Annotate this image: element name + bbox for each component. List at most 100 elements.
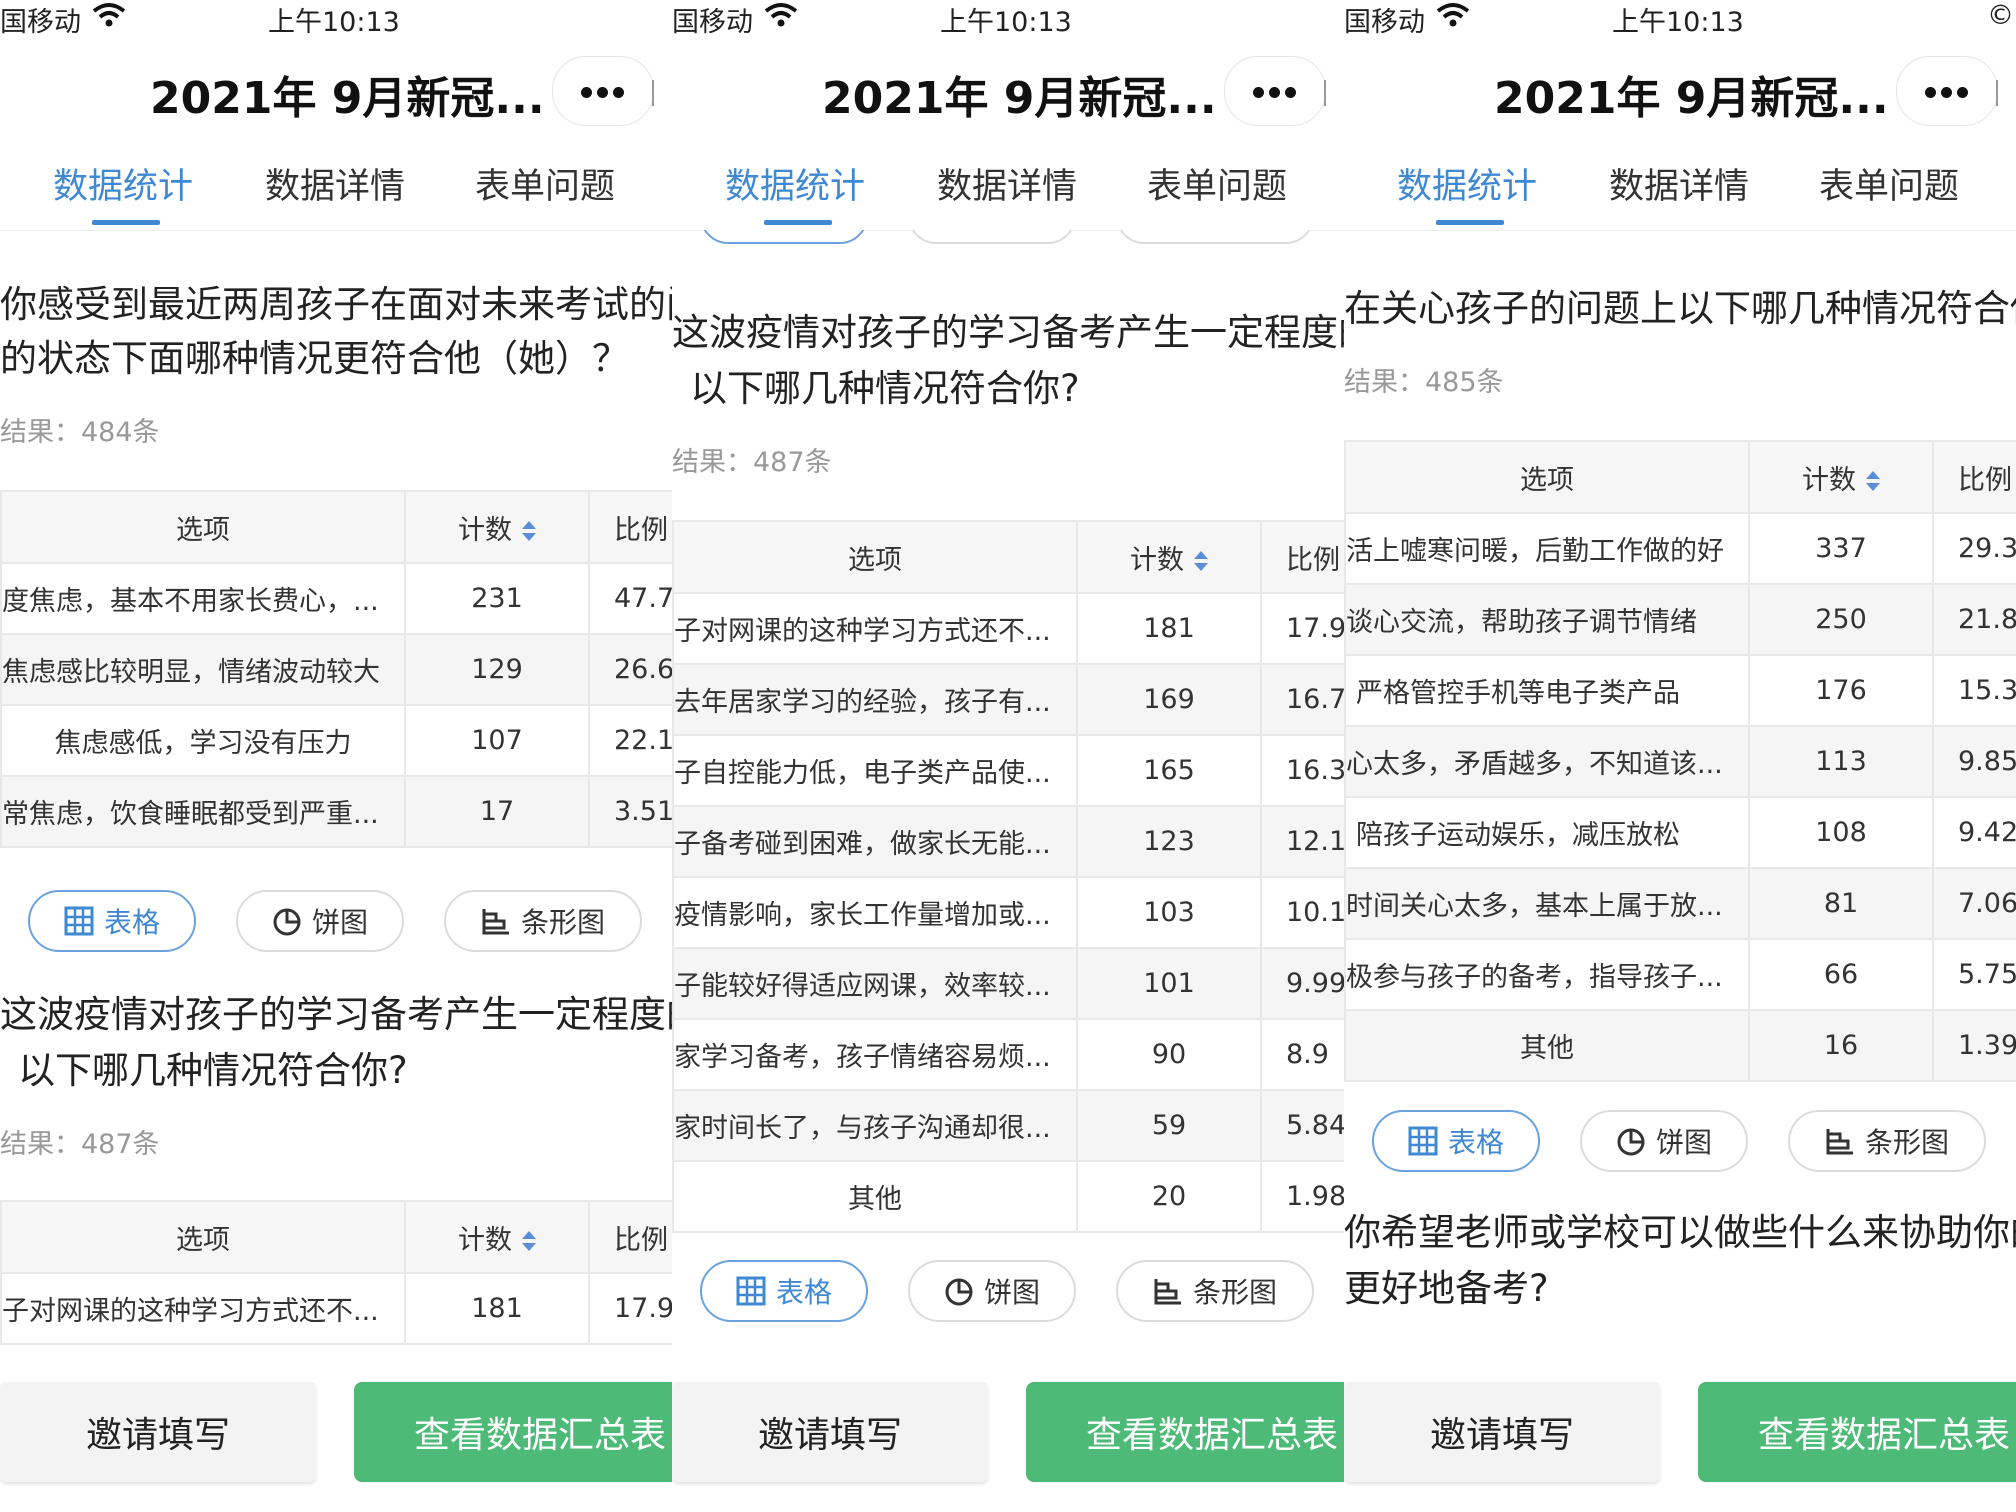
bottom-action-bar: 邀请填写 查看数据汇总表 <box>0 1380 672 1512</box>
table-row: 焦虑感比较明显，情绪波动较大 129 26.65 <box>0 633 672 706</box>
tab-details[interactable]: 数据详情 <box>240 158 430 209</box>
content-scroll-area[interactable]: 这波疫情对孩子的学习备考产生一定程度的 以下哪几种情况符合你? 结果：487条 … <box>672 230 1344 1380</box>
wifi-icon <box>764 3 798 27</box>
table-row: 时间关心太多，基本上属于放... 81 7.06 <box>1344 867 2016 940</box>
bar-chart-icon <box>482 909 509 935</box>
table-view-button[interactable]: 表格 <box>28 890 196 952</box>
tab-form-questions[interactable]: 表单问题 <box>1794 158 1984 209</box>
cell-ratio: 17.9 <box>1260 592 1344 665</box>
table-view-button[interactable]: 表格 <box>700 1260 868 1322</box>
pie-view-button[interactable]: 饼图 <box>236 890 404 952</box>
cell-option: 陪孩子运动娱乐，减压放松 <box>1344 796 1750 869</box>
table-header-row: 选项 计数 比例 <box>1344 440 2016 514</box>
tab-statistics[interactable]: 数据统计 <box>700 158 890 209</box>
cell-option: 焦虑感低，学习没有压力 <box>0 704 406 777</box>
cell-count: 20 <box>1076 1160 1262 1233</box>
more-dots-icon <box>581 83 631 99</box>
sort-icon[interactable] <box>522 1231 536 1251</box>
cell-count: 107 <box>404 704 590 777</box>
cell-ratio: 9.42 <box>1932 796 2016 869</box>
tab-details[interactable]: 数据详情 <box>1584 158 1774 209</box>
tab-details[interactable]: 数据详情 <box>912 158 1102 209</box>
table-row: 其他 20 1.98 <box>672 1160 1344 1233</box>
view-summary-button[interactable]: 查看数据汇总表 <box>1026 1382 1344 1482</box>
cell-count: 165 <box>1076 734 1262 807</box>
more-button[interactable] <box>1896 56 1998 126</box>
header-ratio: 比例 <box>1932 440 2016 514</box>
cell-option: 其他 <box>1344 1009 1750 1082</box>
cell-option: 极参与孩子的备考，指导孩子... <box>1344 938 1750 1011</box>
invite-button[interactable]: 邀请填写 <box>0 1382 316 1482</box>
pie-view-button[interactable] <box>908 230 1076 244</box>
bar-view-button[interactable] <box>1116 230 1314 244</box>
result-count: 结果：487条 <box>672 447 832 478</box>
table-view-button[interactable]: 表格 <box>1372 1110 1540 1172</box>
table-row: 子能较好得适应网课，效率较... 101 9.99 <box>672 947 1344 1020</box>
grid-icon <box>736 1276 766 1306</box>
bar-view-button[interactable]: 条形图 <box>444 890 642 952</box>
content-scroll-area[interactable]: 你感受到最近两周孩子在面对未来考试的问 的状态下面哪种情况更符合他（她）？ 结果… <box>0 230 672 1380</box>
question-title-line: 的状态下面哪种情况更符合他（她）？ <box>0 337 629 380</box>
cell-count: 59 <box>1076 1089 1262 1162</box>
pie-view-label: 饼图 <box>983 1276 1040 1309</box>
active-tab-indicator <box>1436 220 1504 225</box>
cell-ratio: 22.11 <box>588 704 672 777</box>
chart-type-switcher-partial <box>672 230 1344 254</box>
header-count[interactable]: 计数 <box>1076 520 1262 594</box>
chart-type-switcher: 表格 饼图 条形图 <box>672 1260 1344 1326</box>
sort-icon[interactable] <box>1866 471 1880 491</box>
bar-view-label: 条形图 <box>520 906 605 939</box>
tab-form-questions[interactable]: 表单问题 <box>450 158 640 209</box>
sort-icon[interactable] <box>522 521 536 541</box>
header-count[interactable]: 计数 <box>1748 440 1934 514</box>
result-count: 结果：484条 <box>0 417 160 448</box>
cell-count: 16 <box>1748 1009 1934 1082</box>
bar-view-button[interactable]: 条形图 <box>1788 1110 1986 1172</box>
table-header-row: 选项 计数 比例 <box>0 1200 672 1274</box>
bar-view-button[interactable]: 条形图 <box>1116 1260 1314 1322</box>
question-title-line: 这波疫情对孩子的学习备考产生一定程度的 <box>672 311 1344 354</box>
tab-statistics[interactable]: 数据统计 <box>28 158 218 209</box>
cell-count: 81 <box>1748 867 1934 940</box>
tab-statistics[interactable]: 数据统计 <box>1372 158 1562 209</box>
header-count[interactable]: 计数 <box>404 1200 590 1274</box>
header-ratio: 比例 <box>588 1200 672 1274</box>
pie-view-button[interactable]: 饼图 <box>1580 1110 1748 1172</box>
pie-view-button[interactable]: 饼图 <box>908 1260 1076 1322</box>
cell-ratio: 1.39 <box>1932 1009 2016 1082</box>
invite-button[interactable]: 邀请填写 <box>1344 1382 1660 1482</box>
header-count[interactable]: 计数 <box>404 490 590 564</box>
cell-ratio: 9.85 <box>1932 725 2016 798</box>
sort-icon[interactable] <box>1194 551 1208 571</box>
cell-ratio: 29.38 <box>1932 512 2016 585</box>
more-button[interactable] <box>1224 56 1326 126</box>
invite-button[interactable]: 邀请填写 <box>672 1382 988 1482</box>
table-row: 子自控能力低，电子类产品使... 165 16.32 <box>672 734 1344 807</box>
status-time: 上午10:13 <box>940 7 1072 38</box>
more-button[interactable] <box>552 56 654 126</box>
tab-form-questions[interactable]: 表单问题 <box>1122 158 1312 209</box>
cell-option: 子能较好得适应网课，效率较... <box>672 947 1078 1020</box>
cell-option: 子备考碰到困难，做家长无能... <box>672 805 1078 878</box>
header-count-label: 计数 <box>1802 464 1856 496</box>
phone-screen-1: 国移动 上午10:13 2021年 9月新冠... 数据统计 数据详情 表单问题… <box>0 0 672 1512</box>
table-view-button[interactable] <box>700 230 868 244</box>
result-count: 结果：485条 <box>1344 367 1504 398</box>
cell-count: 103 <box>1076 876 1262 949</box>
table-view-label: 表格 <box>775 1276 832 1309</box>
cell-count: 181 <box>404 1272 590 1345</box>
cell-ratio: 47.73 <box>588 562 672 635</box>
view-summary-button[interactable]: 查看数据汇总表 <box>354 1382 672 1482</box>
pie-view-label: 饼图 <box>311 906 368 939</box>
cell-ratio: 9.99 <box>1260 947 1344 1020</box>
result-count: 结果：487条 <box>0 1129 160 1160</box>
cell-option: 谈心交流，帮助孩子调节情绪 <box>1344 583 1750 656</box>
bar-view-label: 条形图 <box>1864 1126 1949 1159</box>
content-scroll-area[interactable]: 在关心孩子的问题上以下哪几种情况符合你 结果：485条 选项 计数 比例 活上嘘… <box>1344 230 2016 1380</box>
view-summary-button[interactable]: 查看数据汇总表 <box>1698 1382 2016 1482</box>
table-row: 子备考碰到困难，做家长无能... 123 12.17 <box>672 805 1344 878</box>
header-option: 选项 <box>0 490 406 564</box>
pie-chart-icon <box>273 908 301 936</box>
table-row: 焦虑感低，学习没有压力 107 22.11 <box>0 704 672 777</box>
header-count-label: 计数 <box>458 514 512 546</box>
